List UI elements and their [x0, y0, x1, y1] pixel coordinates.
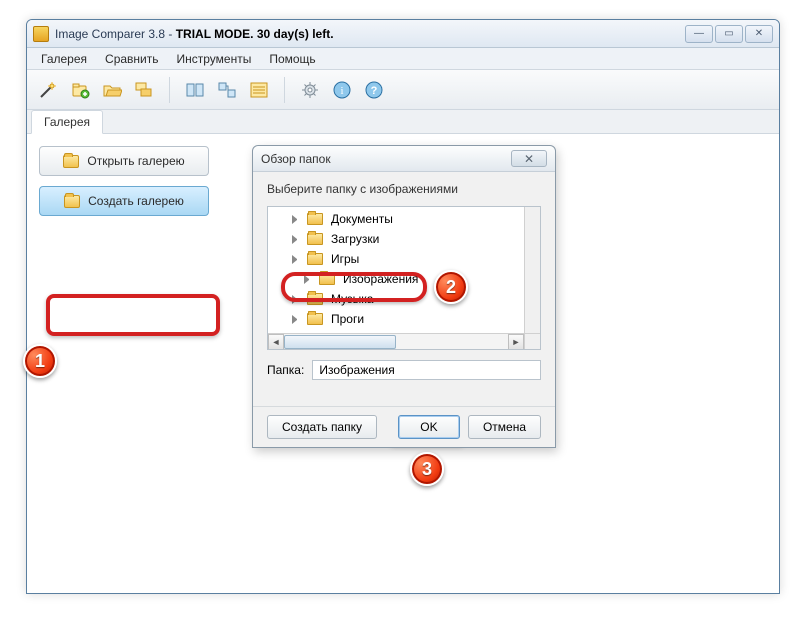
scroll-track[interactable]: [284, 334, 508, 350]
expander-icon[interactable]: [292, 235, 301, 244]
tree-label: Изображения: [343, 272, 418, 286]
menu-tools[interactable]: Инструменты: [169, 49, 260, 69]
annotation-badge-2: 2: [434, 270, 468, 304]
menu-help[interactable]: Помощь: [261, 49, 323, 69]
app-icon: [33, 26, 49, 42]
annotation-badge-1: 1: [23, 344, 57, 378]
expander-icon[interactable]: [304, 275, 313, 284]
folders-icon[interactable]: [131, 77, 157, 103]
scroll-thumb[interactable]: [284, 335, 396, 349]
info-icon[interactable]: i: [329, 77, 355, 103]
dialog-footer: Создать папку OK Отмена: [253, 406, 555, 447]
tree-item-documents[interactable]: Документы: [268, 209, 540, 229]
create-gallery-label: Создать галерею: [88, 194, 184, 208]
folder-icon: [307, 233, 323, 245]
tab-gallery[interactable]: Галерея: [31, 110, 103, 134]
tree-label: Игры: [331, 252, 359, 266]
minimize-button[interactable]: —: [685, 25, 713, 43]
titlebar[interactable]: Image Comparer 3.8 - TRIAL MODE. 30 day(…: [27, 20, 779, 48]
tree-item-downloads[interactable]: Загрузки: [268, 229, 540, 249]
cancel-button[interactable]: Отмена: [468, 415, 541, 439]
folder-icon: [307, 253, 323, 265]
window-title: Image Comparer 3.8 - TRIAL MODE. 30 day(…: [55, 27, 334, 41]
tree-item-progi[interactable]: Проги: [268, 309, 540, 329]
tree-item-games[interactable]: Игры: [268, 249, 540, 269]
browse-folders-dialog: Обзор папок ✕ Выберите папку с изображен…: [252, 145, 556, 448]
horizontal-scrollbar[interactable]: ◄ ►: [268, 333, 524, 349]
expander-icon[interactable]: [292, 215, 301, 224]
list-icon[interactable]: [246, 77, 272, 103]
annotation-badge-3: 3: [410, 452, 444, 486]
folder-icon: [319, 273, 335, 285]
svg-text:?: ?: [371, 85, 378, 97]
compare2-icon[interactable]: [214, 77, 240, 103]
scroll-corner: [524, 333, 540, 349]
menubar: Галерея Сравнить Инструменты Помощь: [27, 48, 779, 70]
folder-icon: [307, 213, 323, 225]
tree-label: Документы: [331, 212, 393, 226]
folder-icon: [307, 293, 323, 305]
dialog-titlebar[interactable]: Обзор папок ✕: [253, 146, 555, 172]
add-gallery-icon[interactable]: [67, 77, 93, 103]
vertical-scrollbar[interactable]: [524, 207, 540, 349]
expander-icon[interactable]: [292, 315, 301, 324]
expander-icon[interactable]: [292, 255, 301, 264]
folder-input[interactable]: [312, 360, 541, 380]
maximize-button[interactable]: ▭: [715, 25, 743, 43]
menu-compare[interactable]: Сравнить: [97, 49, 166, 69]
close-button[interactable]: ✕: [745, 25, 773, 43]
dialog-prompt: Выберите папку с изображениями: [267, 182, 541, 196]
folder-label: Папка:: [267, 363, 304, 377]
ok-button[interactable]: OK: [398, 415, 460, 439]
tree-label: Музыка: [331, 292, 373, 306]
tree-item-music[interactable]: Музыка: [268, 289, 540, 309]
dialog-title: Обзор папок: [261, 152, 511, 166]
dialog-close-button[interactable]: ✕: [511, 150, 547, 167]
title-trial: TRIAL MODE. 30 day(s) left.: [176, 27, 334, 41]
create-folder-button[interactable]: Создать папку: [267, 415, 377, 439]
scroll-right-arrow[interactable]: ►: [508, 334, 524, 350]
tree-label: Загрузки: [331, 232, 379, 246]
gear-icon[interactable]: [297, 77, 323, 103]
wand-icon[interactable]: [35, 77, 61, 103]
help-icon[interactable]: ?: [361, 77, 387, 103]
open-gallery-label: Открыть галерею: [87, 154, 184, 168]
open-gallery-button[interactable]: Открыть галерею: [39, 146, 209, 176]
scroll-left-arrow[interactable]: ◄: [268, 334, 284, 350]
open-folder-icon[interactable]: [99, 77, 125, 103]
folder-icon: [307, 313, 323, 325]
create-gallery-button[interactable]: Создать галерею: [39, 186, 209, 216]
menu-gallery[interactable]: Галерея: [33, 49, 95, 69]
tree-label: Проги: [331, 312, 364, 326]
toolbar: i ?: [27, 70, 779, 110]
svg-text:i: i: [340, 85, 343, 97]
folder-icon: [63, 155, 79, 168]
folder-tree[interactable]: Документы Загрузки Игры Изображения: [267, 206, 541, 350]
expander-icon[interactable]: [292, 295, 301, 304]
compare1-icon[interactable]: [182, 77, 208, 103]
folder-new-icon: [64, 195, 80, 208]
title-prefix: Image Comparer 3.8 -: [55, 27, 176, 41]
tabstrip: Галерея: [27, 110, 779, 134]
tree-item-images[interactable]: Изображения: [268, 269, 540, 289]
